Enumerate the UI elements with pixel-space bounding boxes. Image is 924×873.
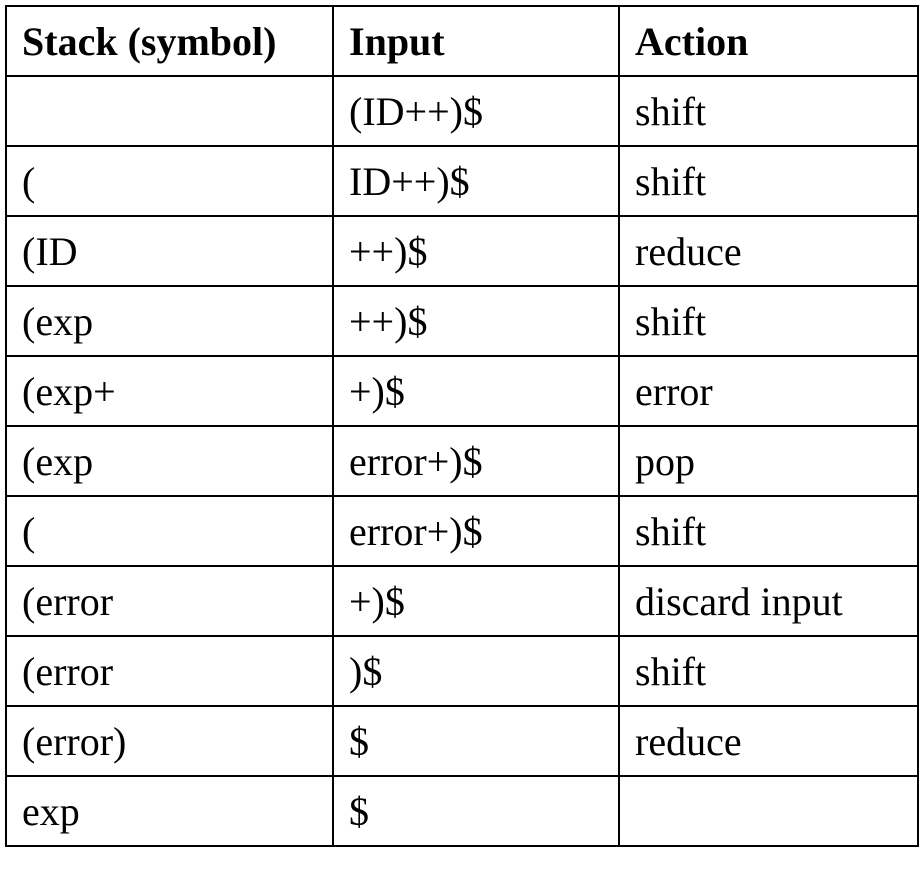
input-cell: error+)$	[332, 495, 620, 567]
input-cell: ID++)$	[332, 145, 620, 217]
input-cell: $	[332, 775, 620, 847]
input-cell: $	[332, 705, 620, 777]
header-row: Stack (symbol) Input Action	[5, 5, 919, 77]
header-stack: Stack (symbol)	[5, 5, 334, 77]
header-action: Action	[618, 5, 919, 77]
table-row: (ID++)$ shift	[5, 75, 919, 147]
stack-cell	[5, 75, 334, 147]
input-cell: ++)$	[332, 285, 620, 357]
table-row: (error)$ shift	[5, 635, 919, 707]
action-cell: shift	[618, 75, 919, 147]
stack-cell: (	[5, 495, 334, 567]
stack-cell: (exp	[5, 425, 334, 497]
stack-cell: (error	[5, 635, 334, 707]
stack-cell: (	[5, 145, 334, 217]
table-row: (error) $ reduce	[5, 705, 919, 777]
table-row: (ID ++)$ reduce	[5, 215, 919, 287]
table-row: exp $	[5, 775, 919, 847]
table-row: (exp+ +)$ error	[5, 355, 919, 427]
input-cell: +)$	[332, 565, 620, 637]
action-cell: reduce	[618, 705, 919, 777]
stack-cell: (exp+	[5, 355, 334, 427]
table-row: (error +)$ discard input	[5, 565, 919, 637]
action-cell: discard input	[618, 565, 919, 637]
action-cell: shift	[618, 495, 919, 567]
stack-cell: exp	[5, 775, 334, 847]
action-cell	[618, 775, 919, 847]
input-cell: +)$	[332, 355, 620, 427]
action-cell: shift	[618, 635, 919, 707]
input-cell: error+)$	[332, 425, 620, 497]
table-row: (error+)$ shift	[5, 495, 919, 567]
stack-cell: (ID	[5, 215, 334, 287]
header-input: Input	[332, 5, 620, 77]
input-cell: )$	[332, 635, 620, 707]
action-cell: shift	[618, 285, 919, 357]
action-cell: pop	[618, 425, 919, 497]
stack-cell: (error	[5, 565, 334, 637]
input-cell: ++)$	[332, 215, 620, 287]
input-cell: (ID++)$	[332, 75, 620, 147]
parse-trace-table: Stack (symbol) Input Action (ID++)$ shift…	[5, 5, 919, 847]
stack-cell: (error)	[5, 705, 334, 777]
action-cell: reduce	[618, 215, 919, 287]
action-cell: error	[618, 355, 919, 427]
stack-cell: (exp	[5, 285, 334, 357]
action-cell: shift	[618, 145, 919, 217]
table-row: (exp error+)$ pop	[5, 425, 919, 497]
table-row: (exp ++)$ shift	[5, 285, 919, 357]
table-row: (ID++)$ shift	[5, 145, 919, 217]
